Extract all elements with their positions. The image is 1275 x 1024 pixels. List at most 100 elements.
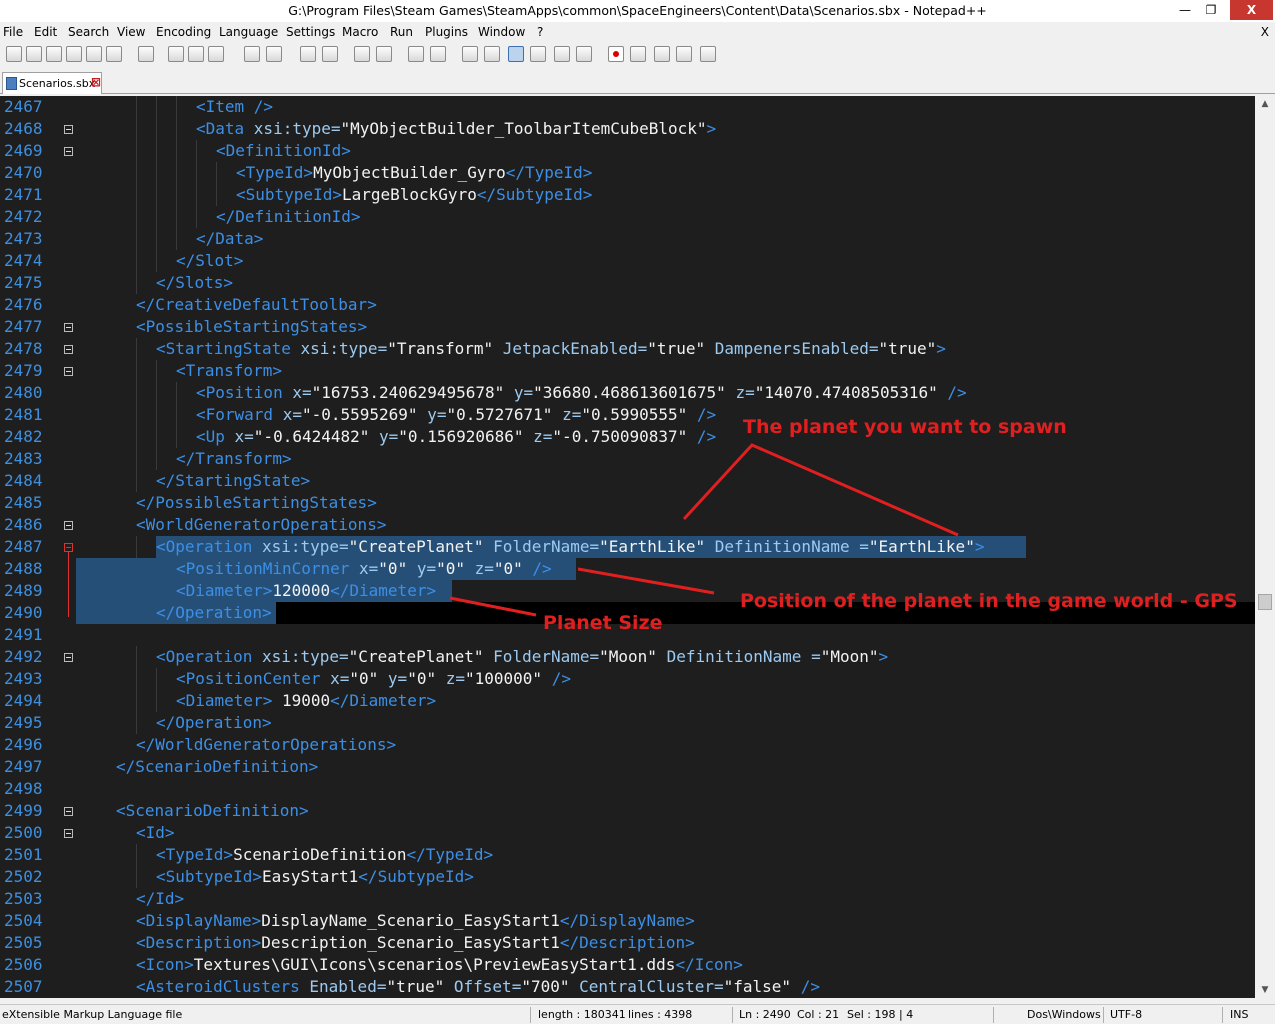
line-number: 2507 [4, 977, 43, 996]
word-wrap-icon[interactable] [462, 46, 478, 62]
code-line[interactable]: 2474 </Slot> [0, 250, 1255, 272]
show-all-chars-icon[interactable] [484, 46, 500, 62]
code-line[interactable]: 2501 <TypeId>ScenarioDefinition</TypeId> [0, 844, 1255, 866]
close-icon[interactable] [86, 46, 102, 62]
fold-toggle-icon[interactable] [64, 345, 73, 354]
scroll-thumb[interactable] [1258, 594, 1272, 610]
code-line[interactable]: 2469 <DefinitionId> [0, 140, 1255, 162]
fold-toggle-icon[interactable] [64, 829, 73, 838]
code-line[interactable]: 2488 <PositionMinCorner x="0" y="0" z="0"… [0, 558, 1255, 580]
code-line[interactable]: 2492 <Operation xsi:type="CreatePlanet" F… [0, 646, 1255, 668]
close-all-icon[interactable] [106, 46, 122, 62]
tab-scenarios[interactable]: Scenarios.sbx ⊠ [2, 72, 102, 94]
code-line[interactable]: 2471 <SubtypeId>LargeBlockGyro</SubtypeId… [0, 184, 1255, 206]
redo-icon[interactable] [266, 46, 282, 62]
record-macro-icon[interactable] [608, 46, 624, 62]
code-line[interactable]: 2472 </DefinitionId> [0, 206, 1255, 228]
save-icon[interactable] [46, 46, 62, 62]
menu-encoding[interactable]: Encoding [156, 25, 211, 39]
menu-search[interactable]: Search [68, 25, 109, 39]
code-line[interactable]: 2475 </Slots> [0, 272, 1255, 294]
menu-window[interactable]: Window [478, 25, 525, 39]
code-line[interactable]: 2493 <PositionCenter x="0" y="0" z="10000… [0, 668, 1255, 690]
play-macro-icon[interactable] [654, 46, 670, 62]
restore-button[interactable]: ❐ [1198, 0, 1224, 20]
code-line[interactable]: 2504 <DisplayName>DisplayName_Scenario_Ea… [0, 910, 1255, 932]
menu-help[interactable]: ? [537, 25, 543, 39]
code-line[interactable]: 2477 <PossibleStartingStates> [0, 316, 1255, 338]
sync-horizontal-icon[interactable] [430, 46, 446, 62]
code-line[interactable]: 2507 <AsteroidClusters Enabled="true" Off… [0, 976, 1255, 998]
code-line[interactable]: 2495 </Operation> [0, 712, 1255, 734]
code-editor[interactable]: 2467 <Item /> 2468 <Data xsi:type="MyObject… [0, 96, 1255, 998]
menu-settings[interactable]: Settings [286, 25, 335, 39]
paste-icon[interactable] [208, 46, 224, 62]
print-icon[interactable] [138, 46, 154, 62]
indent-guide-icon[interactable] [508, 46, 524, 62]
menu-plugins[interactable]: Plugins [425, 25, 468, 39]
code-line[interactable]: 2505 <Description>Description_Scenario_Ea… [0, 932, 1255, 954]
code-line[interactable]: 2503 </Id> [0, 888, 1255, 910]
fold-toggle-icon[interactable] [64, 807, 73, 816]
minimize-button[interactable]: — [1172, 0, 1198, 20]
open-file-icon[interactable] [26, 46, 42, 62]
code-line[interactable]: 2478 <StartingState xsi:type="Transform" … [0, 338, 1255, 360]
scroll-up-icon[interactable]: ▲ [1259, 98, 1271, 110]
code-line[interactable]: 2502 <SubtypeId>EasyStart1</SubtypeId> [0, 866, 1255, 888]
vertical-scrollbar[interactable]: ▲ ▼ [1255, 96, 1275, 998]
code-line[interactable]: 2484 </StartingState> [0, 470, 1255, 492]
fold-toggle-icon[interactable] [64, 543, 73, 552]
code-line[interactable]: 2470 <TypeId>MyObjectBuilder_Gyro</TypeId… [0, 162, 1255, 184]
menu-edit[interactable]: Edit [34, 25, 57, 39]
user-language-icon[interactable] [530, 46, 546, 62]
fold-toggle-icon[interactable] [64, 147, 73, 156]
stop-macro-icon[interactable] [630, 46, 646, 62]
find-icon[interactable] [300, 46, 316, 62]
menu-run[interactable]: Run [390, 25, 413, 39]
scroll-down-icon[interactable]: ▼ [1259, 984, 1271, 996]
menu-language[interactable]: Language [219, 25, 278, 39]
fold-toggle-icon[interactable] [64, 653, 73, 662]
code-line[interactable]: 2480 <Position x="16753.240629495678" y="… [0, 382, 1255, 404]
sync-vertical-icon[interactable] [408, 46, 424, 62]
save-all-icon[interactable] [66, 46, 82, 62]
menu-file[interactable]: File [3, 25, 23, 39]
copy-icon[interactable] [188, 46, 204, 62]
code-line[interactable]: 2498 [0, 778, 1255, 800]
menu-macro[interactable]: Macro [342, 25, 378, 39]
doc-map-icon[interactable] [554, 46, 570, 62]
save-macro-icon[interactable] [700, 46, 716, 62]
code-line[interactable]: 2467 <Item /> [0, 96, 1255, 118]
fold-toggle-icon[interactable] [64, 367, 73, 376]
close-document-button[interactable]: X [1261, 25, 1269, 39]
run-macro-multiple-icon[interactable] [676, 46, 692, 62]
fold-toggle-icon[interactable] [64, 521, 73, 530]
menu-view[interactable]: View [117, 25, 145, 39]
cut-icon[interactable] [168, 46, 184, 62]
code-line[interactable]: 2473 </Data> [0, 228, 1255, 250]
code-line[interactable]: 2494 <Diameter> 19000</Diameter> [0, 690, 1255, 712]
fold-toggle-icon[interactable] [64, 323, 73, 332]
code-line[interactable]: 2497 </ScenarioDefinition> [0, 756, 1255, 778]
zoom-out-icon[interactable] [376, 46, 392, 62]
code-text: <AsteroidClusters Enabled="true" Offset=… [136, 976, 820, 998]
zoom-in-icon[interactable] [354, 46, 370, 62]
code-line[interactable]: 2506 <Icon>Textures\GUI\Icons\scenarios\P… [0, 954, 1255, 976]
code-line[interactable]: 2496 </WorldGeneratorOperations> [0, 734, 1255, 756]
replace-icon[interactable] [322, 46, 338, 62]
code-line[interactable]: 2483 </Transform> [0, 448, 1255, 470]
code-line[interactable]: 2486 <WorldGeneratorOperations> [0, 514, 1255, 536]
code-line[interactable]: 2487 <Operation xsi:type="CreatePlanet" F… [0, 536, 1255, 558]
code-line[interactable]: 2468 <Data xsi:type="MyObjectBuilder_Tool… [0, 118, 1255, 140]
close-window-button[interactable]: X [1230, 0, 1273, 20]
code-line[interactable]: 2500 <Id> [0, 822, 1255, 844]
code-line[interactable]: 2499 <ScenarioDefinition> [0, 800, 1255, 822]
function-list-icon[interactable] [576, 46, 592, 62]
new-file-icon[interactable] [6, 46, 22, 62]
tab-close-icon[interactable]: ⊠ [91, 75, 101, 89]
undo-icon[interactable] [244, 46, 260, 62]
code-line[interactable]: 2485 </PossibleStartingStates> [0, 492, 1255, 514]
fold-toggle-icon[interactable] [64, 125, 73, 134]
code-line[interactable]: 2476 </CreativeDefaultToolbar> [0, 294, 1255, 316]
code-line[interactable]: 2479 <Transform> [0, 360, 1255, 382]
